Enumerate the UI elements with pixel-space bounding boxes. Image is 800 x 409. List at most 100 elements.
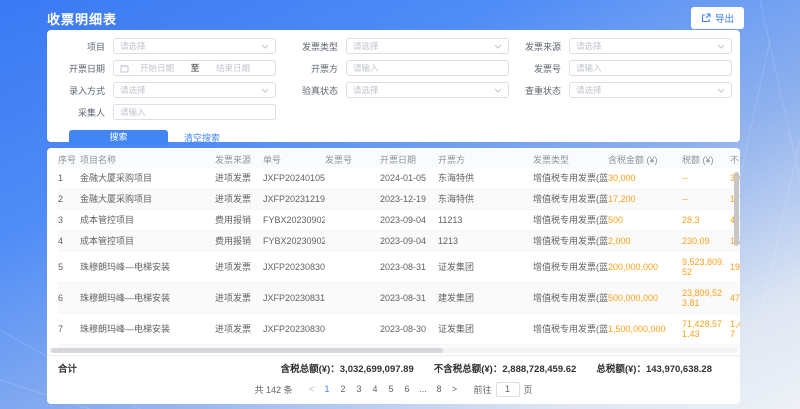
export-button[interactable]: 导出 <box>691 7 744 29</box>
vertical-scrollbar-thumb[interactable] <box>734 172 739 246</box>
cell-amount: 1,500,000,000 <box>608 314 682 345</box>
cell-net: 190,476,190.48 <box>730 252 740 283</box>
cell-no: 1 <box>58 168 80 189</box>
dup-status-select[interactable]: 请选择 <box>569 82 732 98</box>
invoice-no-input[interactable] <box>576 63 725 73</box>
column-header-source: 发票来源 <box>215 150 263 168</box>
cell-date: 2023-12-19 <box>380 189 438 210</box>
table-row[interactable]: 4成本管控项目费用报销FYBX202309020032023-09-041213… <box>58 231 740 252</box>
cell-date: 2024-01-05 <box>380 168 438 189</box>
page-number-1[interactable]: 1 <box>321 384 334 394</box>
invoice-table-card: 序号项目名称发票来源单号发票号开票日期开票方发票类型含税金额 (¥)税额 (¥)… <box>47 148 740 404</box>
cell-issuer: 建发集团 <box>438 283 533 314</box>
table-row[interactable]: 7珠穆朗玛峰—电梯安装进项发票JXFP202308300012023-08-30… <box>58 314 740 345</box>
entry-method-select[interactable]: 请选择 <box>113 82 276 98</box>
cell-invoice_no <box>325 314 380 345</box>
export-icon <box>701 13 711 23</box>
cell-no: 6 <box>58 283 80 314</box>
cell-net: 1,428,571,428.57 <box>730 314 740 345</box>
chevron-down-icon <box>494 88 502 93</box>
cell-order_no: FYBX20230902003 <box>263 210 325 231</box>
invoice-type-select[interactable]: 请选择 <box>346 38 509 54</box>
cell-type: 增值税专用发票(蓝) <box>533 231 608 252</box>
cell-project: 金融大厦采购项目 <box>80 168 215 189</box>
cell-source: 进项发票 <box>215 168 263 189</box>
project-select-placeholder: 请选择 <box>120 40 146 52</box>
cell-source: 费用报销 <box>215 231 263 252</box>
page-title: 收票明细表 <box>47 9 117 28</box>
goto-page-group: 前往 页 <box>474 382 533 397</box>
column-header-amount: 含税金额 (¥) <box>608 150 682 168</box>
cell-order_no: JXFP20230830001 <box>263 314 325 345</box>
cell-project: 金融大厦采购项目 <box>80 189 215 210</box>
table-row[interactable]: 2金融大厦采购项目进项发票JXFP202312190022023-12-19东海… <box>58 189 740 210</box>
cell-invoice_no <box>325 210 380 231</box>
cell-amount: 30,000 <box>608 168 682 189</box>
table-row[interactable]: 3成本管控项目费用报销FYBX202309020032023-09-041121… <box>58 210 740 231</box>
cell-project: 成本管控项目 <box>80 210 215 231</box>
cell-no: 5 <box>58 252 80 283</box>
pagination: 共 142 条 < 123456...8 > 前往 页 <box>47 379 740 399</box>
next-page-button[interactable]: > <box>449 384 461 394</box>
table-row[interactable]: 5珠穆朗玛峰—电梯安装进项发票JXFP202308300022023-08-31… <box>58 252 740 283</box>
verify-status-select[interactable]: 请选择 <box>346 82 509 98</box>
cell-project: 珠穆朗玛峰—电梯安装 <box>80 283 215 314</box>
invoice-type-placeholder: 请选择 <box>353 40 379 52</box>
date-separator: 至 <box>185 62 205 74</box>
chevron-down-icon <box>717 44 725 49</box>
cell-invoice_no <box>325 283 380 314</box>
top-bar: 收票明细表 导出 <box>47 7 744 29</box>
cell-type: 增值税专用发票(蓝) <box>533 252 608 283</box>
page-number-2[interactable]: 2 <box>337 384 350 394</box>
column-header-order_no: 单号 <box>263 150 325 168</box>
invoice-source-select[interactable]: 请选择 <box>569 38 732 54</box>
horizontal-scrollbar[interactable] <box>49 348 738 353</box>
cell-invoice_no <box>325 168 380 189</box>
cell-type: 增值税专用发票(蓝) <box>533 314 608 345</box>
cell-order_no: JXFP20230831001 <box>263 283 325 314</box>
cell-date: 2023-08-30 <box>380 314 438 345</box>
page-number-3[interactable]: 3 <box>353 384 366 394</box>
goto-page-input[interactable] <box>496 382 520 397</box>
table-header-row: 序号项目名称发票来源单号发票号开票日期开票方发票类型含税金额 (¥)税额 (¥)… <box>58 150 740 168</box>
page-number-6[interactable]: 6 <box>401 384 414 394</box>
column-header-net: 不含税金额 (¥) <box>730 150 740 168</box>
entry-method-placeholder: 请选择 <box>120 84 146 96</box>
collector-input[interactable] <box>120 107 269 117</box>
chevron-down-icon <box>717 88 725 93</box>
cell-tax: 23,809,523.81 <box>682 283 730 314</box>
totals-label: 合计 <box>58 361 77 375</box>
cell-tax: -- <box>682 189 730 210</box>
page-ellipsis: ... <box>417 384 430 394</box>
totals-row: 合计 含税总额(¥)：3,032,699,097.89 不含税总额(¥)：2,8… <box>47 355 740 379</box>
filter-panel: 项目 请选择 发票类型 请选择 发票来源 请选择 开票日期 <box>47 30 740 142</box>
end-date-placeholder: 结束日期 <box>205 62 261 74</box>
table-row[interactable]: 6珠穆朗玛峰—电梯安装进项发票JXFP202308310012023-08-31… <box>58 283 740 314</box>
invoice-no-input-wrap <box>569 60 732 76</box>
cell-source: 进项发票 <box>215 314 263 345</box>
horizontal-scrollbar-thumb[interactable] <box>51 348 443 353</box>
invoice-no-label: 发票号 <box>509 62 561 75</box>
cell-source: 进项发票 <box>215 283 263 314</box>
page-number-4[interactable]: 4 <box>369 384 382 394</box>
invoice-date-range-picker[interactable]: 开始日期 至 结束日期 <box>113 60 276 76</box>
clear-search-link[interactable]: 清空搜索 <box>184 131 220 144</box>
page-number-8[interactable]: 8 <box>433 384 446 394</box>
table-row[interactable]: 1金融大厦采购项目进项发票JXFP202401050012024-01-05东海… <box>58 168 740 189</box>
page-number-5[interactable]: 5 <box>385 384 398 394</box>
issuer-input[interactable] <box>353 63 502 73</box>
column-header-date: 开票日期 <box>380 150 438 168</box>
cell-source: 进项发票 <box>215 252 263 283</box>
collector-label: 采集人 <box>59 106 105 119</box>
cell-source: 进项发票 <box>215 189 263 210</box>
prev-page-button[interactable]: < <box>306 384 318 394</box>
cell-issuer: 11213 <box>438 210 533 231</box>
cell-project: 成本管控项目 <box>80 231 215 252</box>
invoice-source-placeholder: 请选择 <box>576 40 602 52</box>
goto-label: 前往 <box>474 383 492 396</box>
cell-tax: 230.09 <box>682 231 730 252</box>
cell-issuer: 东海特供 <box>438 168 533 189</box>
cell-no: 7 <box>58 314 80 345</box>
search-button[interactable]: 搜索 <box>69 130 168 145</box>
project-select[interactable]: 请选择 <box>113 38 276 54</box>
